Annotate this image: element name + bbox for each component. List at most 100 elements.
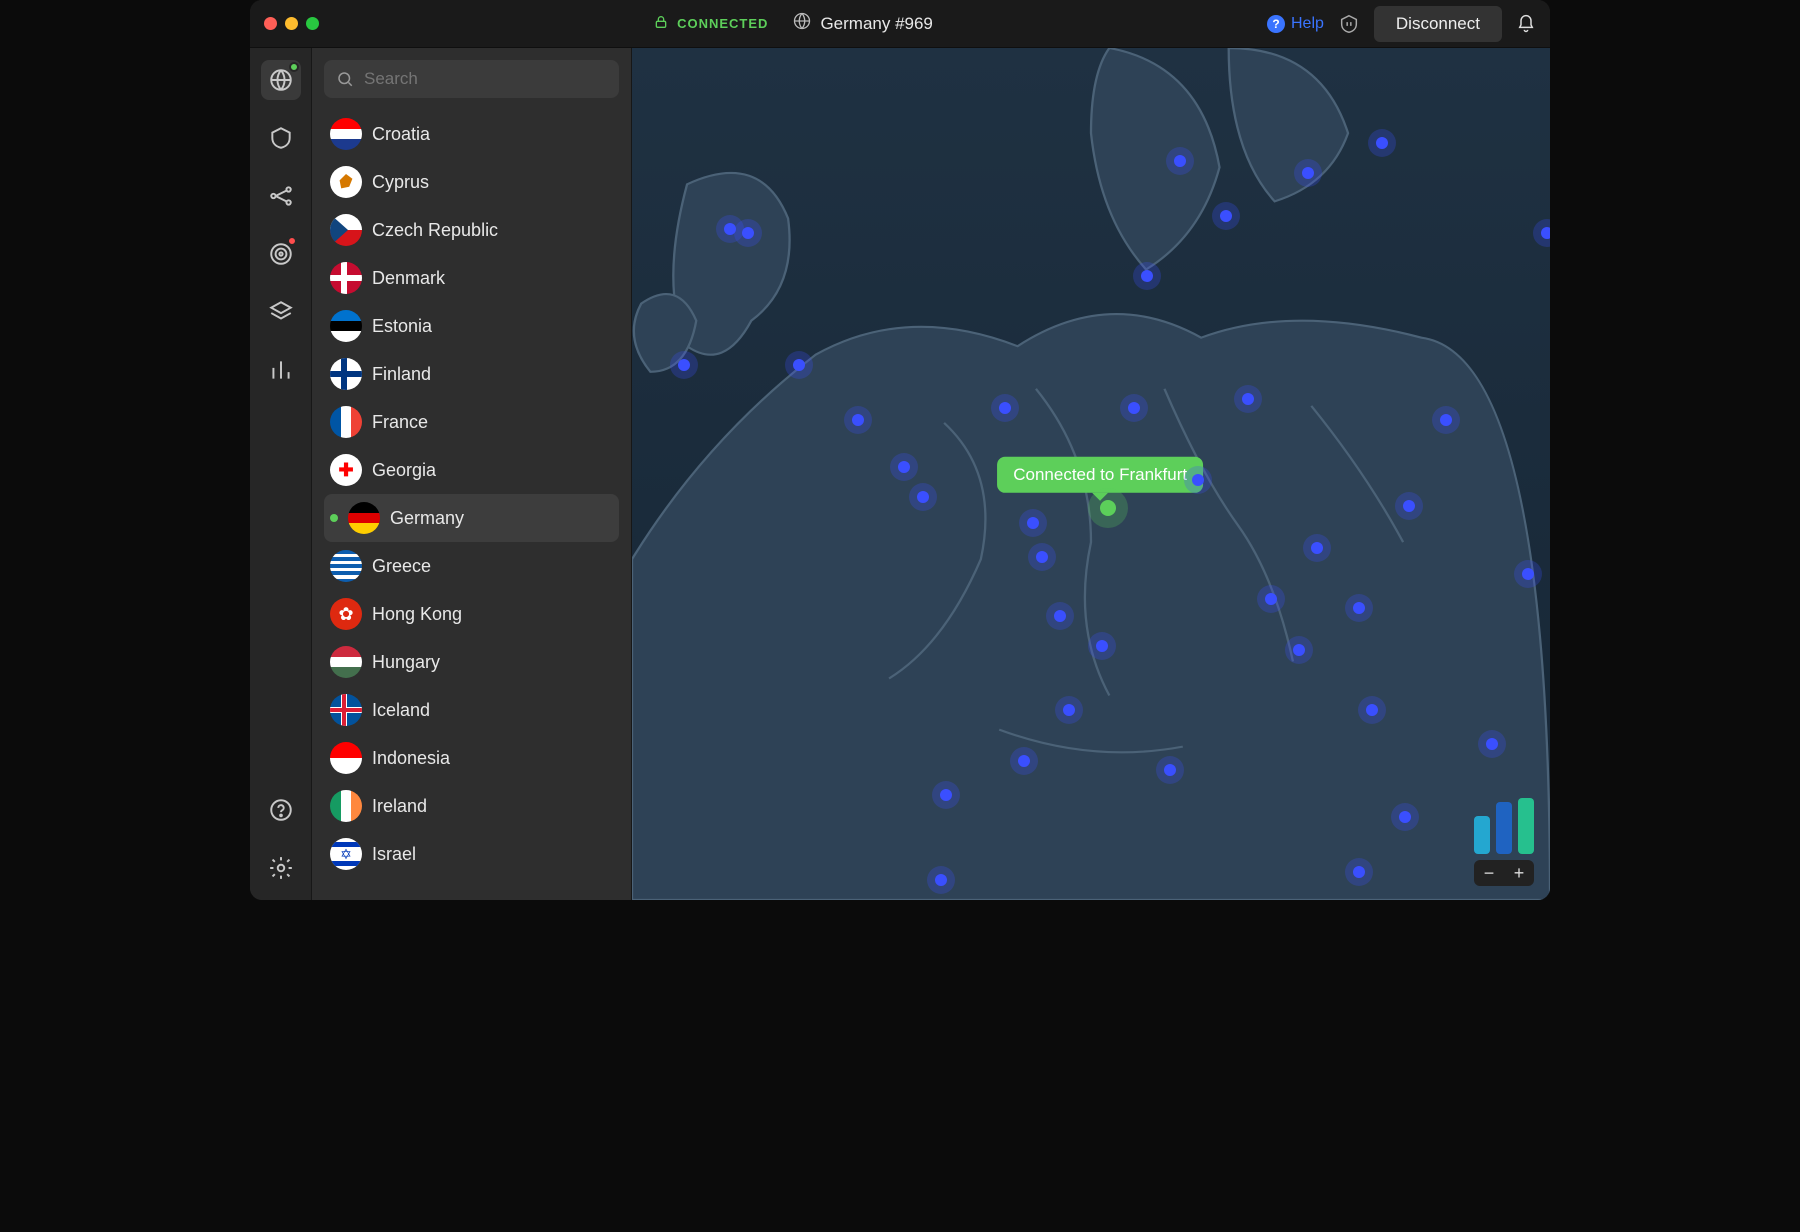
- map-node[interactable]: [1353, 866, 1365, 878]
- map-node[interactable]: [999, 402, 1011, 414]
- country-name-label: Israel: [372, 844, 416, 865]
- titlebar-right: ? Help Disconnect: [1267, 6, 1536, 42]
- country-item[interactable]: Indonesia: [324, 734, 619, 782]
- titlebar-center: CONNECTED Germany #969: [319, 11, 1267, 36]
- map-node[interactable]: [1018, 755, 1030, 767]
- map-node[interactable]: [1096, 640, 1108, 652]
- country-name-label: Greece: [372, 556, 431, 577]
- map-node[interactable]: [1141, 270, 1153, 282]
- stats-bar: [1518, 798, 1534, 854]
- country-list[interactable]: CroatiaCyprus Czech Republic DenmarkEstoni…: [312, 110, 631, 900]
- country-name-label: Indonesia: [372, 748, 450, 769]
- help-label: Help: [1291, 15, 1324, 33]
- country-name-label: Ireland: [372, 796, 427, 817]
- map-node[interactable]: [1242, 393, 1254, 405]
- map-node[interactable]: [1486, 738, 1498, 750]
- map-node[interactable]: [1522, 568, 1534, 580]
- map-node[interactable]: [1027, 517, 1039, 529]
- country-item[interactable]: Denmark: [324, 254, 619, 302]
- country-item[interactable]: Iceland: [324, 686, 619, 734]
- country-item[interactable]: Czech Republic: [324, 206, 619, 254]
- flag-icon: [330, 742, 362, 774]
- nav-mesh[interactable]: [261, 176, 301, 216]
- map-node[interactable]: [898, 461, 910, 473]
- map-node[interactable]: [1192, 474, 1204, 486]
- nav-presets[interactable]: [261, 292, 301, 332]
- map-node[interactable]: [793, 359, 805, 371]
- flag-icon: ✿: [330, 598, 362, 630]
- search-box[interactable]: [324, 60, 619, 98]
- country-item[interactable]: Cyprus: [324, 158, 619, 206]
- pause-button[interactable]: [1338, 13, 1360, 35]
- map-node[interactable]: [1403, 500, 1415, 512]
- country-item[interactable]: ✿ Hong Kong: [324, 590, 619, 638]
- flag-icon: [330, 358, 362, 390]
- zoom-in-button[interactable]: +: [1504, 860, 1534, 886]
- country-name-label: Georgia: [372, 460, 436, 481]
- map-node[interactable]: [1293, 644, 1305, 656]
- map-node[interactable]: [1302, 167, 1314, 179]
- map-node[interactable]: [1036, 551, 1048, 563]
- disconnect-button[interactable]: Disconnect: [1374, 6, 1502, 42]
- zoom-controls: − +: [1474, 860, 1534, 886]
- help-icon: ?: [1267, 15, 1285, 33]
- minimize-window-button[interactable]: [285, 17, 298, 30]
- country-name-label: Czech Republic: [372, 220, 498, 241]
- map-node[interactable]: [1164, 764, 1176, 776]
- country-name-label: France: [372, 412, 428, 433]
- map-node[interactable]: [678, 359, 690, 371]
- flag-icon: [330, 790, 362, 822]
- country-item[interactable]: Greece: [324, 542, 619, 590]
- country-item[interactable]: Estonia: [324, 302, 619, 350]
- flag-icon: [330, 310, 362, 342]
- map-node[interactable]: [935, 874, 947, 886]
- notifications-button[interactable]: [1516, 14, 1536, 34]
- nav-countries[interactable]: [261, 60, 301, 100]
- close-window-button[interactable]: [264, 17, 277, 30]
- zoom-out-button[interactable]: −: [1474, 860, 1504, 886]
- map[interactable]: Connected to Frankfurt − +: [632, 48, 1550, 900]
- map-node[interactable]: [1311, 542, 1323, 554]
- help-link[interactable]: ? Help: [1267, 15, 1324, 33]
- map-node[interactable]: [1399, 811, 1411, 823]
- map-node[interactable]: [940, 789, 952, 801]
- country-item[interactable]: France: [324, 398, 619, 446]
- country-item[interactable]: Finland: [324, 350, 619, 398]
- map-node[interactable]: [852, 414, 864, 426]
- map-node[interactable]: [1174, 155, 1186, 167]
- flag-icon: [330, 214, 362, 246]
- country-item[interactable]: Croatia: [324, 110, 619, 158]
- nav-support[interactable]: [261, 790, 301, 830]
- maximize-window-button[interactable]: [306, 17, 319, 30]
- nav-radar[interactable]: [261, 234, 301, 274]
- current-server[interactable]: Germany #969: [792, 11, 932, 36]
- map-node[interactable]: [1054, 610, 1066, 622]
- country-item[interactable]: Ireland: [324, 782, 619, 830]
- map-node[interactable]: [1376, 137, 1388, 149]
- map-node[interactable]: [1366, 704, 1378, 716]
- nav-security[interactable]: [261, 118, 301, 158]
- country-item[interactable]: ✚Georgia: [324, 446, 619, 494]
- nav-settings[interactable]: [261, 848, 301, 888]
- map-node[interactable]: [1541, 227, 1550, 239]
- country-item[interactable]: Germany: [324, 494, 619, 542]
- map-node[interactable]: [1128, 402, 1140, 414]
- map-node[interactable]: [1353, 602, 1365, 614]
- flag-icon: [330, 646, 362, 678]
- map-node[interactable]: [1063, 704, 1075, 716]
- map-node[interactable]: [1265, 593, 1277, 605]
- search-input[interactable]: [362, 68, 607, 90]
- country-item[interactable]: Hungary: [324, 638, 619, 686]
- map-node[interactable]: [1220, 210, 1232, 222]
- map-connected-node[interactable]: [1100, 500, 1116, 516]
- nav-rail: [250, 48, 312, 900]
- flag-icon: [330, 550, 362, 582]
- country-name-label: Hong Kong: [372, 604, 462, 625]
- map-node[interactable]: [1440, 414, 1452, 426]
- nav-stats[interactable]: [261, 350, 301, 390]
- map-node[interactable]: [917, 491, 929, 503]
- stats-widget[interactable]: [1474, 798, 1534, 854]
- map-node[interactable]: [742, 227, 754, 239]
- globe-icon: [792, 11, 812, 36]
- country-item[interactable]: ✡Israel: [324, 830, 619, 878]
